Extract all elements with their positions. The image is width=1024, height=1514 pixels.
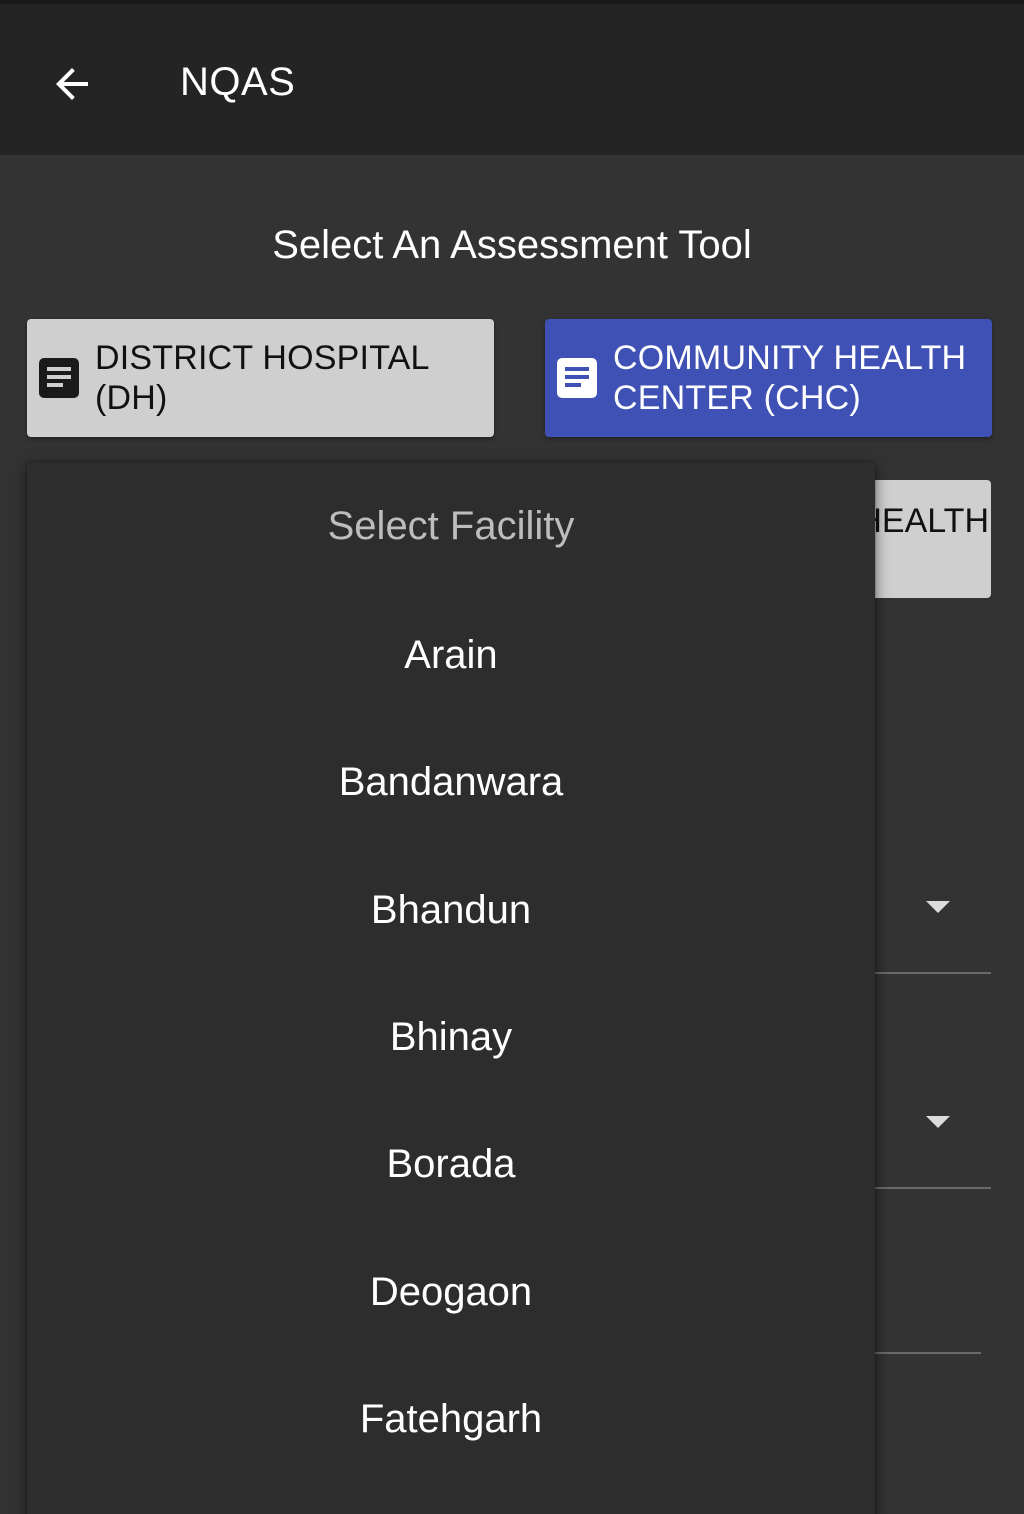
facility-dropdown: Select Facility Arain Bandanwara Bhandun… bbox=[27, 462, 875, 1514]
community-health-center-label: COMMUNITY HEALTH CENTER (CHC) bbox=[613, 338, 966, 418]
district-hospital-label: DISTRICT HOSPITAL (DH) bbox=[95, 339, 429, 417]
facility-option[interactable]: Borada bbox=[27, 1101, 875, 1228]
community-health-center-button[interactable]: COMMUNITY HEALTH CENTER (CHC) bbox=[545, 319, 992, 437]
app-bar: NQAS bbox=[0, 0, 1024, 155]
facility-option[interactable]: Bandanwara bbox=[27, 719, 875, 846]
facility-option[interactable]: Fatehgarh bbox=[27, 1356, 875, 1483]
dropdown-caret-icon bbox=[926, 901, 950, 913]
district-hospital-button[interactable]: DISTRICT HOSPITAL (DH) bbox=[27, 319, 494, 437]
field-underline bbox=[875, 1187, 991, 1189]
screen: NQAS Select An Assessment Tool DISTRICT … bbox=[0, 0, 1024, 1514]
chc-label-line1: COMMUNITY HEALTH bbox=[613, 339, 967, 377]
app-title: NQAS bbox=[180, 60, 296, 104]
facility-option[interactable]: Arain bbox=[27, 592, 875, 719]
facility-option[interactable]: Deogaon bbox=[27, 1229, 875, 1356]
document-icon bbox=[557, 358, 597, 398]
field-underline bbox=[875, 1352, 981, 1354]
background-chip-label: HEALTH bbox=[857, 502, 989, 540]
document-icon bbox=[39, 358, 79, 398]
arrow-left-icon bbox=[56, 68, 88, 100]
field-underline bbox=[875, 972, 991, 974]
chc-label-line2: CENTER (CHC) bbox=[613, 379, 861, 417]
facility-option[interactable]: Bhinay bbox=[27, 974, 875, 1101]
back-button[interactable] bbox=[28, 40, 116, 128]
dropdown-header: Select Facility bbox=[327, 504, 575, 548]
dropdown-caret-icon bbox=[926, 1116, 950, 1128]
section-heading: Select An Assessment Tool bbox=[272, 223, 752, 267]
facility-option[interactable]: Bhandun bbox=[27, 847, 875, 974]
